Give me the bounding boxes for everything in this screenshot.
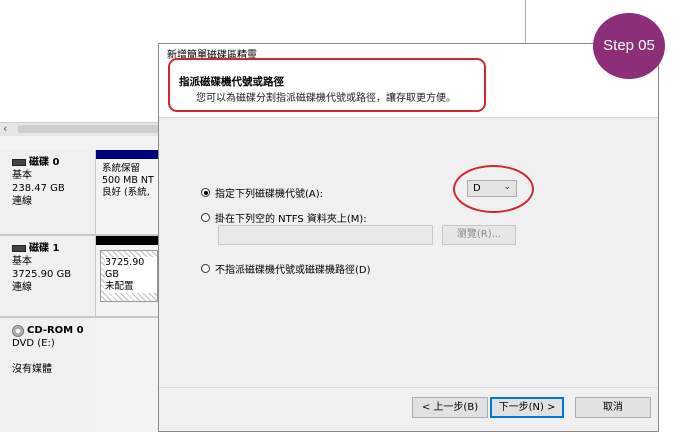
- wizard-header: 新增簡單磁碟區精靈 指派磁碟機代號或路徑 您可以為磁碟分割指派磁碟機代號或路徑，…: [159, 44, 658, 118]
- partition-system-reserved[interactable]: 系統保留 500 MB NT 良好 (系統,: [96, 150, 160, 236]
- option-label: 掛在下列空的 NTFS 資料夾上(M):: [215, 214, 367, 225]
- partition-status: 未配置: [105, 281, 157, 293]
- partition-bar: [96, 150, 160, 159]
- option-mount-ntfs-folder[interactable]: 掛在下列空的 NTFS 資料夾上(M):: [201, 210, 367, 225]
- disk-label: 磁碟 1 基本 3725.90 GB 連線: [0, 236, 96, 318]
- disk-type: 基本: [12, 256, 32, 267]
- disk-status: 沒有媒體: [12, 364, 52, 375]
- disk-size: 238.47 GB: [12, 183, 65, 194]
- wizard-heading: 指派磁碟機代號或路徑: [179, 76, 284, 88]
- folder-path-input[interactable]: [218, 225, 433, 245]
- disk-type: DVD (E:): [12, 338, 55, 349]
- hard-disk-icon: [12, 159, 26, 166]
- cancel-button[interactable]: 取消: [575, 397, 651, 418]
- disk-row-1[interactable]: 磁碟 1 基本 3725.90 GB 連線 3725.90 GB 未配置: [0, 236, 160, 318]
- option-no-drive-letter[interactable]: 不指派磁碟機代號或磁碟機路徑(D): [201, 261, 371, 276]
- partition-size: 3725.90 GB: [105, 257, 157, 281]
- option-label: 指定下列磁碟機代號(A):: [215, 189, 324, 200]
- new-simple-volume-wizard: 新增簡單磁碟區精靈 指派磁碟機代號或路徑 您可以為磁碟分割指派磁碟機代號或路徑，…: [158, 43, 659, 432]
- wizard-subheading: 您可以為磁碟分割指派磁碟機代號或路徑，讓存取更方便。: [196, 93, 456, 104]
- disk-type: 基本: [12, 170, 32, 181]
- partition-unallocated[interactable]: 3725.90 GB 未配置: [96, 236, 160, 318]
- step-badge: Step 05: [593, 13, 665, 79]
- partition-size: 500 MB NT: [102, 175, 154, 186]
- disk-list-pane: 磁碟 0 基本 238.47 GB 連線 系統保留 500 MB NT 良好 (…: [0, 136, 160, 432]
- disk-label: CD-ROM 0 DVD (E:) 沒有媒體: [0, 318, 96, 432]
- scrollbar-thumb[interactable]: [18, 125, 168, 133]
- partition-bar: [96, 236, 160, 245]
- partition-name: 系統保留: [102, 163, 141, 174]
- disk-label: 磁碟 0 基本 238.47 GB 連線: [0, 150, 96, 236]
- cd-rom-icon: [12, 324, 24, 337]
- option-assign-drive-letter[interactable]: 指定下列磁碟機代號(A):: [201, 185, 323, 200]
- footer-divider: [159, 387, 658, 388]
- disk-row-cdrom[interactable]: CD-ROM 0 DVD (E:) 沒有媒體: [0, 318, 160, 432]
- disk-name: CD-ROM 0: [27, 325, 84, 336]
- option-label: 不指派磁碟機代號或磁碟機路徑(D): [215, 265, 371, 276]
- scroll-left-icon[interactable]: ‹: [3, 122, 7, 135]
- disk-name: 磁碟 0: [29, 157, 60, 168]
- back-button[interactable]: < 上一步(B): [412, 397, 488, 418]
- hard-disk-icon: [12, 245, 26, 252]
- radio-assign-letter[interactable]: [201, 188, 210, 197]
- disk-row-0[interactable]: 磁碟 0 基本 238.47 GB 連線 系統保留 500 MB NT 良好 (…: [0, 150, 160, 236]
- partition-status: 良好 (系統,: [102, 187, 150, 198]
- browse-button[interactable]: 瀏覽(R)...: [442, 225, 516, 245]
- drive-letter-highlight: [453, 165, 534, 213]
- next-button[interactable]: 下一步(N) >: [490, 397, 564, 418]
- disk-status: 連線: [12, 282, 32, 293]
- radio-no-letter[interactable]: [201, 264, 210, 273]
- disk-size: 3725.90 GB: [12, 269, 72, 280]
- radio-mount-folder[interactable]: [201, 213, 210, 222]
- disk-status: 連線: [12, 196, 32, 207]
- disk-name: 磁碟 1: [29, 243, 60, 254]
